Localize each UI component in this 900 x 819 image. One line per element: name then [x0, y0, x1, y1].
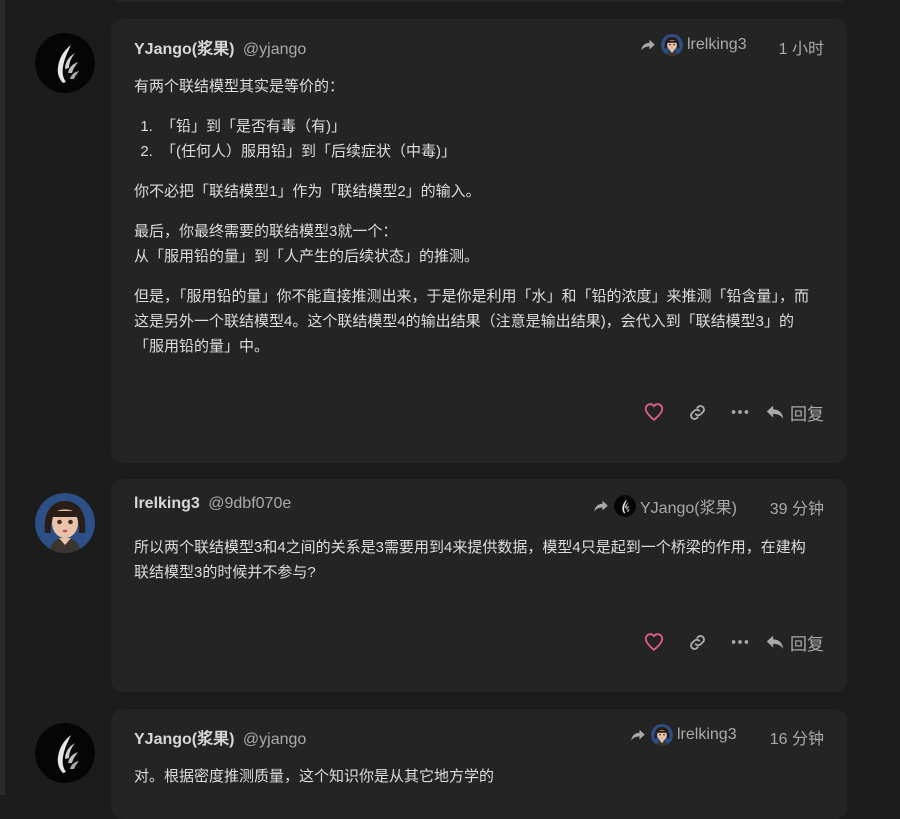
ellipsis-icon: [729, 631, 751, 653]
list-item: 「(任何人）服用铅」到「后续症状（中毒)」: [157, 139, 819, 164]
reply-label: 回复: [790, 634, 824, 654]
author-name[interactable]: lrelking3: [134, 495, 200, 512]
reply-arrow-icon: [764, 631, 786, 653]
reply-arrow-icon: [764, 401, 786, 423]
link-icon: [687, 632, 708, 653]
reply-button[interactable]: 回复: [764, 399, 824, 425]
more-button[interactable]: [727, 629, 753, 655]
post-actions: 回复: [641, 399, 824, 425]
copy-link-button[interactable]: [684, 399, 710, 425]
post-header: YJango(浆果) @yjango lrelking3 1 小时: [134, 34, 824, 59]
reply-to-user: YJango(浆果): [640, 500, 737, 517]
reply-to-avatar: [614, 495, 636, 517]
author-handle: @yjango: [242, 731, 307, 748]
post-body: 有两个联结模型其实是等价的： 「铅」到「是否有毒（有)」 「(任何人）服用铅」到…: [134, 74, 819, 374]
post-time[interactable]: 39 分钟: [770, 495, 824, 519]
share-arrow-icon: [639, 36, 657, 54]
heart-icon: [643, 401, 665, 423]
post-card: YJango(浆果) @yjango lrelking3 1 小时 有两个联结模…: [111, 19, 847, 463]
author-handle: @9dbf070e: [208, 495, 292, 512]
more-button[interactable]: [727, 399, 753, 425]
thread-rule: [0, 0, 5, 795]
text-line: 从「服用铅的量」到「人产生的后续状态」的推测。: [134, 248, 480, 265]
previous-card-edge: [111, 0, 847, 2]
post-actions: 回复: [641, 629, 824, 655]
post-card: lrelking3 @9dbf070e YJango(浆果) 39 分钟 所以两…: [111, 479, 847, 692]
post-time[interactable]: 16 分钟: [770, 725, 824, 749]
post-text: 你不必把「联结模型1」作为「联结模型2」的输入。: [134, 183, 481, 200]
post-header: lrelking3 @9dbf070e YJango(浆果) 39 分钟: [134, 494, 824, 519]
link-icon: [687, 402, 708, 423]
text-line: 最后，你最终需要的联结模型3就一个：: [134, 223, 398, 240]
reply-to-avatar: [651, 724, 673, 746]
post-text: 但是，「服用铅的量」你不能直接推测出来，于是你是利用「水」和「铅的浓度」来推测「…: [134, 288, 810, 355]
post-time[interactable]: 1 小时: [779, 35, 824, 59]
post-text: 有两个联结模型其实是等价的：: [134, 78, 345, 95]
reply-button[interactable]: 回复: [764, 629, 824, 655]
author-name[interactable]: YJango(浆果): [134, 41, 234, 58]
reply-to-user: lrelking3: [677, 726, 737, 743]
avatar[interactable]: [35, 33, 95, 93]
share-arrow-icon: [629, 726, 647, 744]
heart-icon: [643, 631, 665, 653]
post-card: YJango(浆果) @yjango lrelking3 16 分钟 对。根据密…: [111, 709, 847, 819]
reply-to[interactable]: YJango(浆果): [592, 494, 737, 518]
author-name[interactable]: YJango(浆果): [134, 731, 234, 748]
post-text: 最后，你最终需要的联结模型3就一个： 从「服用铅的量」到「人产生的后续状态」的推测…: [134, 219, 819, 269]
reply-to-avatar: [661, 34, 683, 56]
post-list: 「铅」到「是否有毒（有)」 「(任何人）服用铅」到「后续症状（中毒)」: [134, 114, 819, 164]
avatar[interactable]: [35, 493, 95, 553]
like-button[interactable]: [641, 399, 667, 425]
list-item: 「铅」到「是否有毒（有)」: [157, 114, 819, 139]
post-body: 所以两个联结模型3和4之间的关系是3需要用到4来提供数据，模型4只是起到一个桥梁…: [134, 535, 819, 600]
reply-to[interactable]: lrelking3: [639, 34, 747, 56]
post-text: 对。根据密度推测质量，这个知识你是从其它地方学的: [134, 768, 495, 785]
post-text: 所以两个联结模型3和4之间的关系是3需要用到4来提供数据，模型4只是起到一个桥梁…: [134, 539, 806, 581]
reply-to-user: lrelking3: [687, 36, 747, 53]
reply-label: 回复: [790, 404, 824, 424]
like-button[interactable]: [641, 629, 667, 655]
ellipsis-icon: [729, 401, 751, 423]
reply-to[interactable]: lrelking3: [629, 724, 737, 746]
avatar[interactable]: [35, 723, 95, 783]
share-arrow-icon: [592, 497, 610, 515]
post-body: 对。根据密度推测质量，这个知识你是从其它地方学的: [134, 764, 819, 804]
post-header: YJango(浆果) @yjango lrelking3 16 分钟: [134, 724, 824, 749]
copy-link-button[interactable]: [684, 629, 710, 655]
author-handle: @yjango: [242, 41, 307, 58]
